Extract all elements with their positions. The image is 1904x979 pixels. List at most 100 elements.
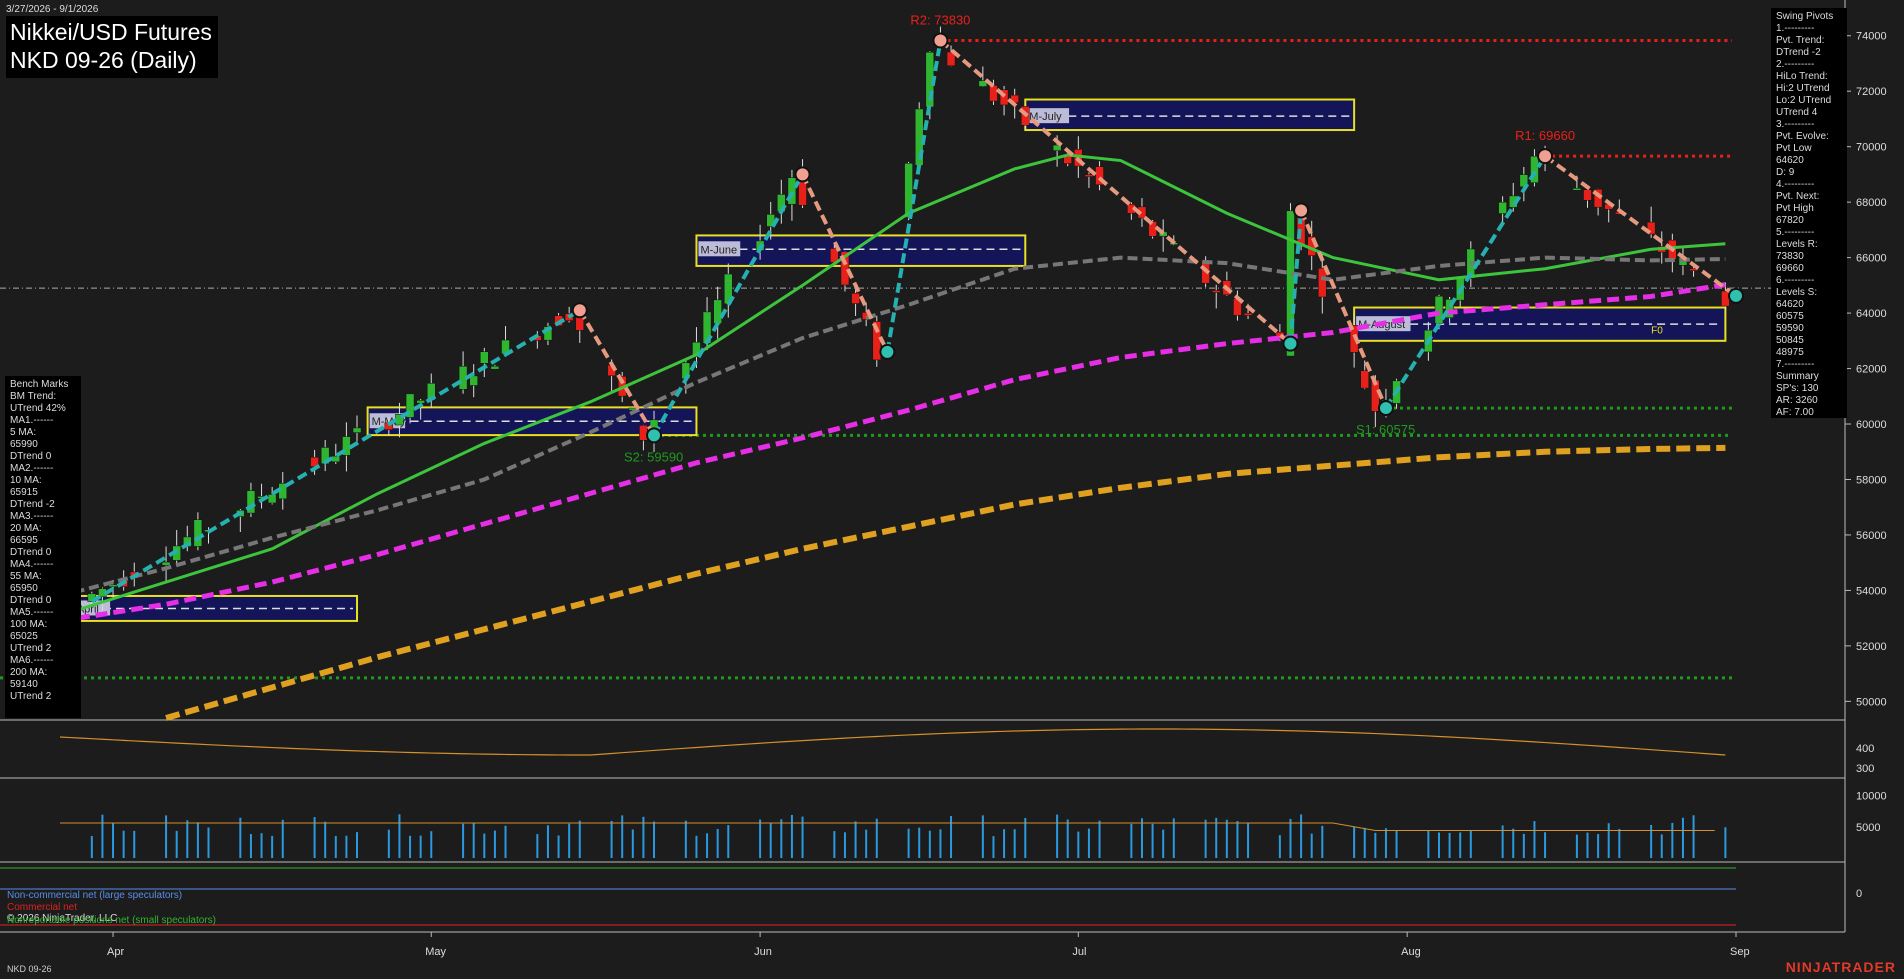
panel-line: Swing Pivots	[1776, 11, 1834, 22]
cot-commercial-label: Commercial net	[7, 902, 78, 913]
panel-line: BM Trend:	[10, 391, 57, 402]
panel-line: Lo:2 UTrend	[1776, 95, 1832, 106]
candle-body	[352, 427, 362, 433]
candle-body	[713, 299, 722, 324]
candle-body	[480, 351, 489, 364]
panel-line: DTrend -2	[1776, 47, 1821, 58]
atr-tick-label: 400	[1856, 743, 1874, 755]
panel-line: AF: 7.00	[1776, 407, 1814, 418]
panel-line: AR: 3260	[1776, 395, 1818, 406]
y-tick-label: 70000	[1856, 142, 1887, 154]
panel-line: Bench Marks	[10, 379, 69, 390]
panel-line: 48975	[1776, 347, 1804, 358]
pivot-marker	[1282, 335, 1299, 352]
panel-line: Summary	[1776, 371, 1819, 382]
candle-body	[193, 519, 203, 547]
panel-line: MA4.------	[10, 559, 54, 570]
panel-line: SP's: 130	[1776, 383, 1819, 394]
panel-line: 100 MA:	[10, 619, 48, 630]
panel-line: MA3.------	[10, 511, 54, 522]
fo-label: F0	[1651, 326, 1663, 337]
panel-line: MA6.------	[10, 655, 54, 666]
panel-line: Pvt. Trend:	[1776, 35, 1825, 46]
y-tick-label: 60000	[1856, 419, 1887, 431]
panel-line: 65950	[10, 583, 38, 594]
panel-line: D: 9	[1776, 167, 1795, 178]
panel-line: 67820	[1776, 215, 1804, 226]
candle-body	[639, 425, 648, 441]
panel-line: 65990	[10, 439, 38, 450]
panel-line: MA2.------	[10, 463, 54, 474]
candle-body	[1360, 370, 1369, 389]
pivot-marker	[932, 32, 949, 49]
panel-line: 60575	[1776, 311, 1804, 322]
candle-body	[161, 561, 171, 566]
panel-line: UTrend 42%	[10, 403, 66, 414]
panel-line: 64620	[1776, 155, 1804, 166]
y-tick-label: 54000	[1856, 585, 1887, 597]
candle-body	[1318, 267, 1327, 298]
y-tick-label: 56000	[1856, 530, 1887, 542]
candle-body	[490, 365, 500, 370]
pivot-marker	[1537, 148, 1554, 165]
candle-body	[1211, 290, 1221, 293]
panel-line: 55 MA:	[10, 571, 42, 582]
pivot-marker	[879, 343, 896, 360]
panel-line: 69660	[1776, 263, 1804, 274]
panel-line: Levels S:	[1776, 287, 1818, 298]
pivot-marker	[794, 166, 811, 183]
panel-line: Pvt. Evolve:	[1776, 131, 1829, 142]
pivot-level-label: R1: 69660	[1515, 128, 1575, 143]
candle-body	[267, 494, 277, 504]
pivot-level-label: R2: 73830	[910, 12, 970, 27]
candle-body	[1243, 313, 1253, 316]
monthly-box-label: M-June	[700, 244, 737, 256]
contract-title: NKD 09-26 (Daily)	[10, 47, 197, 73]
monthly-box	[1024, 98, 1356, 132]
candle-body	[108, 584, 118, 587]
x-tick-label: Sep	[1730, 946, 1750, 958]
x-tick-label: Aug	[1401, 946, 1421, 958]
y-tick-label: 72000	[1856, 86, 1887, 98]
chart-title-box: Nikkei/USD Futures NKD 09-26 (Daily)	[6, 16, 218, 78]
panel-line: 5 MA:	[10, 427, 37, 438]
panel-line: 73830	[1776, 251, 1804, 262]
y-tick-label: 68000	[1856, 197, 1887, 209]
brand-logo: NINJATRADER	[1785, 959, 1896, 975]
cot-noncommercial-label: Non-commercial net (large speculators)	[7, 890, 183, 901]
bench-marks-panel: Bench Marks BM Trend: UTrend 42% MA1.------…	[5, 376, 81, 718]
candle-body	[1063, 156, 1072, 164]
y-tick-label: 52000	[1856, 641, 1887, 653]
pivot-marker	[1728, 287, 1744, 304]
y-tick-label: 74000	[1856, 31, 1887, 43]
panel-line: 65025	[10, 631, 38, 642]
volume-tick-label: 5000	[1856, 822, 1880, 834]
panel-line: 64620	[1776, 299, 1804, 310]
candle-body	[331, 455, 341, 463]
x-tick-label: May	[425, 946, 446, 958]
panel-line: 2.---------	[1776, 59, 1815, 70]
pivot-level-label: S1: 60575	[1356, 422, 1415, 437]
footer-symbol: NKD 09-26	[7, 964, 52, 974]
panel-line: 65915	[10, 487, 38, 498]
panel-line: Pvt Low	[1776, 143, 1812, 154]
candle-body	[989, 85, 998, 102]
panel-line: 50845	[1776, 335, 1804, 346]
chart-canvas: 5000052000540005600058000600006200064000…	[0, 0, 1904, 979]
panel-line: 3.---------	[1776, 119, 1815, 130]
panel-line: 1.---------	[1776, 23, 1815, 34]
pivot-marker	[646, 427, 663, 444]
y-tick-label: 58000	[1856, 474, 1887, 486]
panel-line: Hi:2 UTrend	[1776, 83, 1830, 94]
candle-body	[1572, 188, 1582, 191]
panel-line: 5.---------	[1776, 227, 1815, 238]
panel-line: 59590	[1776, 323, 1804, 334]
panel-line: 7.---------	[1776, 359, 1815, 370]
date-range: 3/27/2026 - 9/1/2026	[6, 4, 99, 15]
candle-body	[851, 292, 860, 304]
panel-line: MA1.------	[10, 415, 54, 426]
pivot-marker	[1293, 202, 1310, 219]
cot-nonreportable-label: Nonreportable positions net (small specu…	[7, 915, 216, 926]
panel-line: DTrend 0	[10, 595, 52, 606]
volume-tick-label: 10000	[1856, 791, 1887, 803]
